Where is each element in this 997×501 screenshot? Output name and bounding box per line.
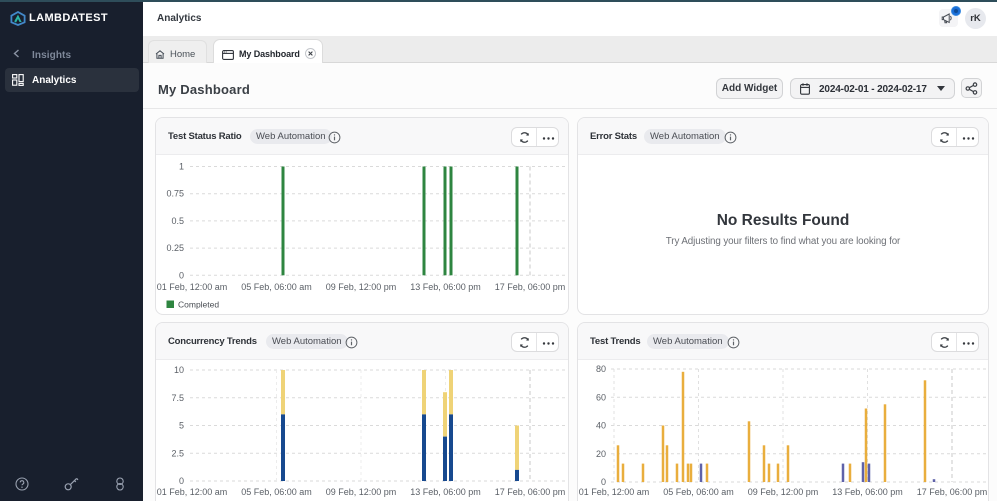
svg-text:0.75: 0.75 <box>166 189 184 199</box>
svg-text:13 Feb, 06:00 pm: 13 Feb, 06:00 pm <box>832 487 903 497</box>
svg-text:17 Feb, 06:00 pm: 17 Feb, 06:00 pm <box>495 487 566 497</box>
svg-text:13 Feb, 06:00 pm: 13 Feb, 06:00 pm <box>410 282 481 292</box>
svg-text:20: 20 <box>596 449 606 459</box>
svg-text:0: 0 <box>601 477 606 487</box>
svg-text:7.5: 7.5 <box>171 393 184 403</box>
svg-text:17 Feb, 06:00 pm: 17 Feb, 06:00 pm <box>495 282 566 292</box>
svg-text:05 Feb, 06:00 am: 05 Feb, 06:00 am <box>663 487 734 497</box>
svg-text:09 Feb, 12:00 pm: 09 Feb, 12:00 pm <box>326 282 397 292</box>
svg-text:01 Feb, 12:00 am: 01 Feb, 12:00 am <box>157 487 228 497</box>
svg-text:1: 1 <box>179 162 184 172</box>
svg-text:01 Feb, 12:00 am: 01 Feb, 12:00 am <box>579 487 650 497</box>
svg-text:Completed: Completed <box>178 300 219 310</box>
svg-text:5: 5 <box>179 421 184 431</box>
svg-text:0.5: 0.5 <box>171 216 184 226</box>
svg-text:01 Feb, 12:00 am: 01 Feb, 12:00 am <box>157 282 228 292</box>
svg-text:17 Feb, 06:00 pm: 17 Feb, 06:00 pm <box>917 487 988 497</box>
svg-text:40: 40 <box>596 421 606 431</box>
svg-text:10: 10 <box>174 365 184 375</box>
svg-text:05 Feb, 06:00 am: 05 Feb, 06:00 am <box>241 487 312 497</box>
svg-text:13 Feb, 06:00 pm: 13 Feb, 06:00 pm <box>410 487 481 497</box>
svg-text:09 Feb, 12:00 pm: 09 Feb, 12:00 pm <box>748 487 819 497</box>
svg-text:2.5: 2.5 <box>171 448 184 458</box>
svg-text:0: 0 <box>179 270 184 280</box>
svg-text:60: 60 <box>596 392 606 402</box>
svg-text:09 Feb, 12:00 pm: 09 Feb, 12:00 pm <box>326 487 397 497</box>
svg-text:0.25: 0.25 <box>166 243 184 253</box>
svg-text:80: 80 <box>596 364 606 374</box>
svg-text:05 Feb, 06:00 am: 05 Feb, 06:00 am <box>241 282 312 292</box>
svg-text:0: 0 <box>179 476 184 486</box>
